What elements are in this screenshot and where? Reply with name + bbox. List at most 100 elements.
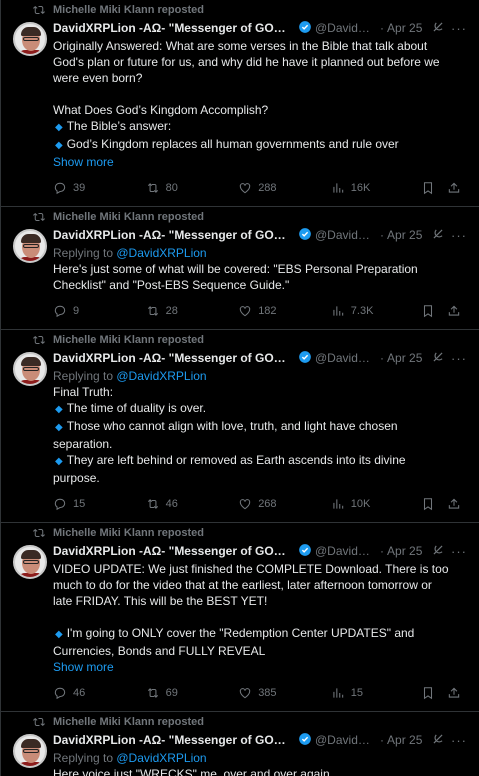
tweet-body: DavidXRPLion -AΩ- "Messenger of GOD'... @…	[13, 225, 467, 329]
reply-count: 46	[73, 687, 86, 699]
like-button[interactable]: 268	[238, 497, 331, 511]
tweet[interactable]: Michelle Miki Klann reposted DavidXRPLion…	[1, 330, 479, 523]
repost-icon	[33, 528, 45, 538]
action-bar: 15 46 268 10K	[1, 486, 467, 522]
repost-button[interactable]: 46	[146, 497, 239, 511]
author-handle[interactable]: @DavidXRPLion	[315, 733, 370, 747]
repost-button[interactable]: 28	[146, 304, 239, 318]
share-button[interactable]	[447, 304, 467, 318]
like-button[interactable]: 182	[238, 304, 331, 318]
share-button[interactable]	[447, 181, 467, 195]
more-icon[interactable]: ···	[445, 544, 467, 559]
avatar[interactable]	[13, 22, 47, 56]
author-handle[interactable]: @DavidXRPLion	[315, 21, 370, 35]
avatar[interactable]	[13, 352, 47, 386]
mention-link[interactable]: @DavidXRPLion	[116, 246, 206, 260]
reply-icon	[53, 181, 73, 195]
tweet[interactable]: Michelle Miki Klann reposted DavidXRPLion…	[1, 207, 479, 330]
views-button[interactable]: 16K	[331, 181, 422, 195]
repost-button[interactable]: 69	[146, 686, 239, 700]
repost-header: Michelle Miki Klann reposted	[33, 714, 467, 730]
author-handle[interactable]: @DavidXRPLion	[315, 228, 370, 242]
views-icon	[331, 686, 351, 700]
tweet-content: DavidXRPLion -AΩ- "Messenger of GOD'... @…	[53, 225, 467, 329]
author-name[interactable]: DavidXRPLion -AΩ- "Messenger of GOD'...	[53, 544, 291, 558]
tweet-text-span: They are left behind or removed as Earth…	[66, 453, 406, 467]
verified-badge-icon	[291, 20, 315, 37]
tweet-text: Final Truth: ◆ The time of duality is over…	[53, 384, 467, 486]
grok-icon[interactable]	[422, 350, 445, 367]
replying-to-label: Replying to	[53, 246, 117, 260]
like-button[interactable]: 385	[238, 686, 331, 700]
more-icon[interactable]: ···	[445, 351, 467, 366]
grok-icon[interactable]	[422, 20, 445, 37]
reply-button[interactable]: 15	[53, 497, 146, 511]
like-count: 268	[258, 498, 277, 510]
repost-header: Michelle Miki Klann reposted	[33, 332, 467, 348]
repost-label[interactable]: Michelle Miki Klann reposted	[53, 334, 204, 346]
tweet-date[interactable]: Apr 25	[387, 351, 422, 365]
reply-icon	[53, 686, 73, 700]
author-handle[interactable]: @DavidXRPLion	[315, 544, 370, 558]
share-icon	[447, 181, 467, 195]
author-name[interactable]: DavidXRPLion -AΩ- "Messenger of GOD'...	[53, 733, 291, 747]
show-more-link[interactable]: Show more	[53, 659, 467, 675]
repost-button[interactable]: 80	[146, 181, 239, 195]
tweet-date[interactable]: Apr 25	[387, 21, 422, 35]
tweet[interactable]: Michelle Miki Klann reposted DavidXRPLion…	[1, 523, 479, 712]
tweet-text-span: The Bible’s answer:	[66, 119, 172, 133]
tweet-date[interactable]: Apr 25	[387, 544, 422, 558]
more-icon[interactable]: ···	[445, 228, 467, 243]
author-name[interactable]: DavidXRPLion -AΩ- "Messenger of GOD'...	[53, 228, 291, 242]
tweet-text: Here voice just "WRECKS" me, over and ov…	[53, 766, 467, 776]
bookmark-button[interactable]	[421, 181, 447, 195]
views-button[interactable]: 10K	[331, 497, 422, 511]
separator: ·	[380, 733, 385, 747]
author-name[interactable]: DavidXRPLion -AΩ- "Messenger of GOD'...	[53, 21, 291, 35]
mention-link[interactable]: @DavidXRPLion	[116, 369, 206, 383]
tweet-header: DavidXRPLion -AΩ- "Messenger of GOD'... @…	[53, 225, 467, 245]
reply-button[interactable]: 9	[53, 304, 146, 318]
tweet-date[interactable]: Apr 25	[387, 228, 422, 242]
views-button[interactable]: 7.3K	[331, 304, 422, 318]
tweet-content: DavidXRPLion -AΩ- "Messenger of GOD'... @…	[53, 541, 467, 711]
share-button[interactable]	[447, 686, 467, 700]
separator: ·	[380, 21, 385, 35]
repost-label[interactable]: Michelle Miki Klann reposted	[53, 211, 204, 223]
tweet-text-span: I'm going to ONLY cover the "Redemption …	[66, 626, 415, 640]
bookmark-button[interactable]	[421, 497, 447, 511]
tweet-text-line: ◆ Those who cannot align with love, truth…	[53, 418, 467, 436]
tweet-date[interactable]: Apr 25	[387, 733, 422, 747]
grok-icon[interactable]	[422, 543, 445, 560]
like-count: 288	[258, 182, 277, 194]
repost-icon	[33, 5, 45, 15]
tweet-text-line: What Does God’s Kingdom Accomplish?	[53, 103, 269, 117]
reply-button[interactable]: 46	[53, 686, 146, 700]
repost-label[interactable]: Michelle Miki Klann reposted	[53, 716, 204, 728]
avatar[interactable]	[13, 229, 47, 263]
bookmark-button[interactable]	[421, 686, 447, 700]
tweet[interactable]: Michelle Miki Klann reposted DavidXRPLion…	[1, 712, 479, 776]
repost-count: 46	[165, 498, 178, 510]
tweet-text-line: much to do for the video that at the ear…	[53, 578, 432, 592]
grok-icon[interactable]	[422, 227, 445, 244]
views-button[interactable]: 15	[331, 686, 422, 700]
grok-icon[interactable]	[422, 732, 445, 749]
mention-link[interactable]: @DavidXRPLion	[116, 751, 206, 765]
more-icon[interactable]: ···	[445, 21, 467, 36]
like-button[interactable]: 288	[238, 181, 331, 195]
share-icon	[447, 304, 467, 318]
bookmark-button[interactable]	[421, 304, 447, 318]
more-icon[interactable]: ···	[445, 733, 467, 748]
avatar[interactable]	[13, 734, 47, 768]
author-handle[interactable]: @DavidXRPLion	[315, 351, 370, 365]
reply-button[interactable]: 39	[53, 181, 146, 195]
repost-label[interactable]: Michelle Miki Klann reposted	[53, 527, 204, 539]
author-name[interactable]: DavidXRPLion -AΩ- "Messenger of GOD'...	[53, 351, 291, 365]
repost-label[interactable]: Michelle Miki Klann reposted	[53, 4, 204, 16]
tweet[interactable]: Michelle Miki Klann reposted DavidXRPLion…	[1, 0, 479, 207]
replying-to-label: Replying to	[53, 369, 117, 383]
share-button[interactable]	[447, 497, 467, 511]
show-more-link[interactable]: Show more	[53, 154, 467, 170]
avatar[interactable]	[13, 545, 47, 579]
